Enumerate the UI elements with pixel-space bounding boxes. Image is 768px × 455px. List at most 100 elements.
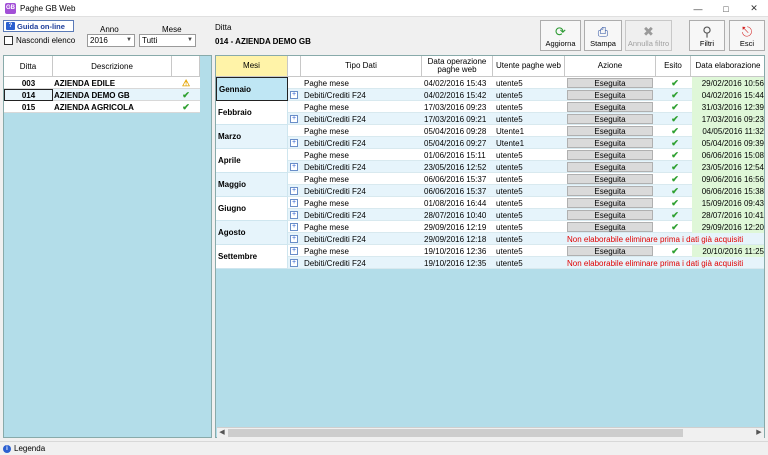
eseguita-button[interactable]: Eseguita xyxy=(567,78,653,88)
ditta-row[interactable]: 015 AZIENDA AGRICOLA ✔ xyxy=(4,101,200,113)
close-button[interactable]: ✕ xyxy=(740,0,768,17)
info-icon: i xyxy=(3,444,11,453)
eseguita-button[interactable]: Eseguita xyxy=(567,210,653,220)
azione-column-header[interactable]: Azione xyxy=(565,56,656,77)
eseguita-button[interactable]: Eseguita xyxy=(567,102,653,112)
guida-online-button[interactable]: ? Guida on-line xyxy=(3,20,74,32)
status-column-header[interactable] xyxy=(172,56,200,77)
eseguita-button[interactable]: Eseguita xyxy=(567,198,653,208)
expand-plus-icon[interactable]: + xyxy=(290,139,298,147)
expand-plus-icon[interactable]: + xyxy=(290,199,298,207)
table-row[interactable]: + Debiti/Crediti F24 23/05/2016 12:52 utent… xyxy=(288,161,764,173)
table-row[interactable]: + Debiti/Crediti F24 06/06/2016 15:37 utent… xyxy=(288,185,764,197)
expand-plus-icon[interactable]: + xyxy=(290,91,298,99)
utente-header-label: Utente paghe web xyxy=(496,61,561,70)
nascondi-elenco-checkbox[interactable] xyxy=(4,36,13,45)
table-row[interactable]: + Debiti/Crediti F24 05/04/2016 09:27 Utent… xyxy=(288,137,764,149)
expand-plus-icon[interactable]: + xyxy=(290,235,298,243)
error-message: Non elaborabile eliminare prima i dati g… xyxy=(567,234,744,244)
eseguita-button[interactable]: Eseguita xyxy=(567,162,653,172)
mese-select[interactable]: Tutti ▼ xyxy=(139,34,196,47)
eseguita-button[interactable]: Eseguita xyxy=(567,174,653,184)
utente-column-header[interactable]: Utente paghe web xyxy=(493,56,565,77)
data-elaborazione-column-header[interactable]: Data elaborazione xyxy=(691,56,764,77)
expand-plus-icon[interactable]: + xyxy=(290,259,298,267)
table-row[interactable]: + Debiti/Crediti F24 04/02/2016 15:42 utent… xyxy=(288,89,764,101)
expand-plus-icon[interactable]: + xyxy=(290,223,298,231)
expand-cell: + xyxy=(288,209,301,221)
table-row[interactable]: + Debiti/Crediti F24 29/09/2016 12:18 utent… xyxy=(288,233,764,245)
mesi-column-header[interactable]: Mesi xyxy=(216,56,288,77)
data-operazione-cell: 01/06/2016 15:11 xyxy=(424,150,486,160)
table-row[interactable]: + Paghe mese 29/09/2016 12:19 utente5 Esegui… xyxy=(288,221,764,233)
month-cell[interactable]: Giugno xyxy=(216,197,288,221)
annulla-filtro-label: Annulla filtro xyxy=(627,39,670,48)
descrizione-column-header[interactable]: Descrizione xyxy=(53,56,172,77)
stampa-button[interactable]: ⎙ Stampa xyxy=(584,20,622,51)
table-row[interactable]: Paghe mese 05/04/2016 09:28 Utente1 Eseguit… xyxy=(288,125,764,137)
table-row[interactable]: + Debiti/Crediti F24 17/03/2016 09:21 utent… xyxy=(288,113,764,125)
table-row[interactable]: Paghe mese 17/03/2016 09:23 utente5 Eseguit… xyxy=(288,101,764,113)
table-row[interactable]: + Paghe mese 19/10/2016 12:36 utente5 Esegui… xyxy=(288,245,764,257)
month-cell[interactable]: Agosto xyxy=(216,221,288,245)
ditta-column-header[interactable]: Ditta xyxy=(4,56,53,77)
esito-column-header[interactable]: Esito xyxy=(656,56,691,77)
table-row[interactable]: + Debiti/Crediti F24 19/10/2016 12:35 utent… xyxy=(288,257,764,269)
month-cell[interactable]: Settembre xyxy=(216,245,288,269)
eseguita-button[interactable]: Eseguita xyxy=(567,246,653,256)
check-icon: ✔ xyxy=(671,149,679,160)
data-operazione-column-header[interactable]: Data operazione paghe web xyxy=(422,56,493,77)
eseguita-button[interactable]: Eseguita xyxy=(567,138,653,148)
minimize-button[interactable]: — xyxy=(684,0,712,17)
printer-icon: ⎙ xyxy=(597,24,609,39)
aggiorna-button[interactable]: ⟳ Aggiorna xyxy=(540,20,581,51)
utente-cell: utente5 xyxy=(496,246,523,256)
check-icon: ✔ xyxy=(671,245,679,256)
month-cell[interactable]: Febbraio xyxy=(216,101,288,125)
filtri-label: Filtri xyxy=(699,39,715,48)
anno-select[interactable]: 2016 ▼ xyxy=(87,34,135,47)
month-cell[interactable]: Marzo xyxy=(216,125,288,149)
annulla-filtro-button[interactable]: ✖ Annulla filtro xyxy=(625,20,672,51)
refresh-icon: ⟳ xyxy=(555,24,566,39)
table-row[interactable]: + Paghe mese 01/08/2016 16:44 utente5 Esegui… xyxy=(288,197,764,209)
expand-plus-icon[interactable]: + xyxy=(290,187,298,195)
ditta-row[interactable]: 003 AZIENDA EDILE ⚠ xyxy=(4,77,200,89)
eseguita-button[interactable]: Eseguita xyxy=(567,222,653,232)
data-elaborazione-cell: 06/06/2016 15:38 xyxy=(692,185,764,197)
scrollbar-thumb[interactable] xyxy=(228,429,683,437)
eseguita-button[interactable]: Eseguita xyxy=(567,90,653,100)
expand-plus-icon[interactable]: + xyxy=(290,115,298,123)
nascondi-elenco-toggle[interactable]: Nascondi elenco xyxy=(4,36,75,45)
month-cell[interactable]: Maggio xyxy=(216,173,288,197)
scroll-left-icon[interactable]: ◀ xyxy=(217,428,227,436)
esci-button[interactable]: ⎋ Esci xyxy=(729,20,765,51)
maximize-button[interactable]: □ xyxy=(712,0,740,17)
legenda-link[interactable]: Legenda xyxy=(14,444,45,453)
scroll-right-icon[interactable]: ▶ xyxy=(754,428,764,436)
eseguita-button[interactable]: Eseguita xyxy=(567,150,653,160)
eseguita-button[interactable]: Eseguita xyxy=(567,114,653,124)
expand-plus-icon[interactable]: + xyxy=(290,211,298,219)
horizontal-scrollbar[interactable]: ◀ ▶ xyxy=(217,427,764,438)
eseguita-button[interactable]: Eseguita xyxy=(567,186,653,196)
month-cell[interactable]: Aprile xyxy=(216,149,288,173)
esito-header-label: Esito xyxy=(664,61,682,70)
table-row[interactable]: Paghe mese 04/02/2016 15:43 utente5 Eseguit… xyxy=(288,77,764,89)
azione-cell: Eseguita xyxy=(567,209,657,221)
anno-value: 2016 xyxy=(90,36,108,45)
month-cell[interactable]: Gennaio xyxy=(216,77,288,101)
expand-plus-icon[interactable]: + xyxy=(290,247,298,255)
azione-cell: Eseguita xyxy=(567,161,657,173)
table-row[interactable]: Paghe mese 06/06/2016 15:37 utente5 Eseguit… xyxy=(288,173,764,185)
expand-column-header xyxy=(288,56,301,77)
azione-header-label: Azione xyxy=(597,61,623,70)
ditta-row[interactable]: 014 AZIENDA DEMO GB ✔ xyxy=(4,89,200,101)
filtri-button[interactable]: ⚲ Filtri xyxy=(689,20,725,51)
table-row[interactable]: + Debiti/Crediti F24 28/07/2016 10:40 utent… xyxy=(288,209,764,221)
eseguita-button[interactable]: Eseguita xyxy=(567,126,653,136)
expand-plus-icon[interactable]: + xyxy=(290,163,298,171)
check-icon: ✔ xyxy=(671,137,679,148)
tipo-dati-column-header[interactable]: Tipo Dati xyxy=(301,56,422,77)
table-row[interactable]: Paghe mese 01/06/2016 15:11 utente5 Eseguit… xyxy=(288,149,764,161)
